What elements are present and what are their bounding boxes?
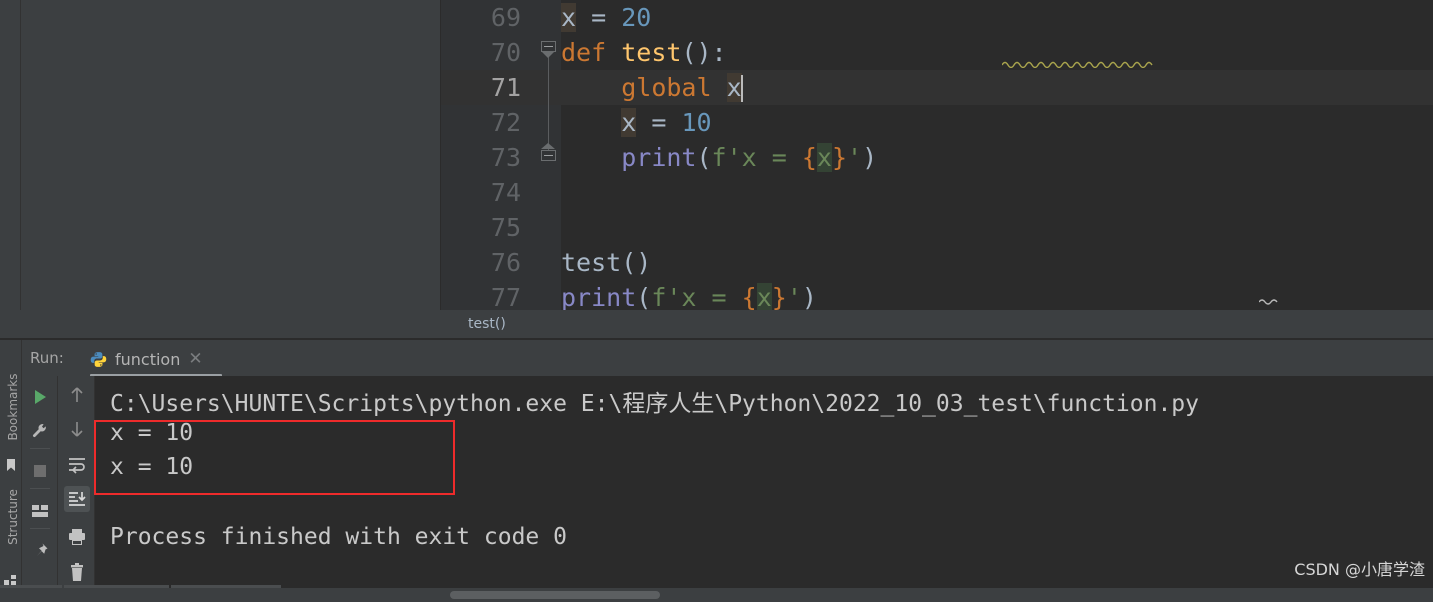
fold-connector-line — [548, 48, 549, 158]
line-number-71: 71 — [490, 73, 521, 102]
run-tool-window: Run: function ✕ C:\Users\HUNTE\Scripts\p… — [22, 340, 1433, 602]
fold-collapse-icon[interactable] — [541, 41, 556, 58]
close-icon[interactable]: ✕ — [188, 350, 202, 368]
horizontal-scrollbar[interactable] — [0, 588, 1433, 602]
breadcrumb-label: test() — [468, 316, 506, 332]
scrollbar-thumb[interactable] — [450, 591, 660, 599]
rail-item-bookmarks[interactable]: Bookmarks — [6, 372, 20, 442]
console-output-line-2: x = 10 — [110, 454, 194, 480]
python-file-icon — [90, 351, 107, 368]
code-line-text-76: test() — [561, 248, 652, 277]
code-line-73[interactable]: 73 print(f'x = {x}') — [441, 140, 1433, 175]
clear-all-button[interactable] — [64, 560, 90, 586]
breadcrumb[interactable]: test() — [441, 310, 1433, 338]
run-button[interactable] — [27, 384, 53, 410]
line-number-70: 70 — [490, 38, 521, 67]
code-pane[interactable]: 69 x = 20 70 def test(): 71 global x 72 x = 1… — [441, 0, 1433, 312]
line-number-77: 77 — [490, 283, 521, 312]
toolbar-divider — [30, 448, 50, 449]
down-arrow-icon — [71, 422, 83, 437]
line-number-69: 69 — [490, 3, 521, 32]
stop-button[interactable] — [27, 458, 53, 484]
text-caret — [740, 75, 743, 102]
error-squiggle-underline — [1002, 61, 1153, 68]
rerun-settings-button[interactable] — [27, 418, 53, 444]
console-exit-line: Process finished with exit code 0 — [110, 524, 567, 550]
console-command-line: C:\Users\HUNTE\Scripts\python.exe E:\程序人… — [110, 391, 1199, 417]
editor-left-empty-pane — [0, 0, 441, 310]
editor-area: 69 x = 20 70 def test(): 71 global x 72 x = 1… — [0, 0, 1433, 338]
warning-squiggle-underline — [1259, 299, 1278, 305]
fold-end-icon[interactable] — [541, 143, 556, 165]
code-line-75[interactable]: 75 — [441, 210, 1433, 245]
soft-wrap-button[interactable] — [64, 452, 90, 478]
code-line-69[interactable]: 69 x = 20 — [441, 0, 1433, 35]
watermark-label: CSDN @小唐学渣 — [1294, 560, 1425, 579]
console-output-line-1: x = 10 — [110, 420, 194, 446]
code-line-74[interactable]: 74 — [441, 175, 1433, 210]
run-tab-label: function — [115, 349, 181, 369]
pycharm-window: 69 x = 20 70 def test(): 71 global x 72 x = 1… — [0, 0, 1433, 602]
code-line-text-73: print(f'x = {x}') — [621, 143, 878, 172]
scroll-to-end-icon — [69, 492, 86, 506]
print-button[interactable] — [64, 524, 90, 550]
stop-square-icon — [34, 465, 46, 477]
code-line-text-71: global x — [621, 73, 743, 102]
code-line-text-72: x = 10 — [621, 108, 712, 137]
pane-divider — [20, 0, 21, 310]
line-number-73: 73 — [490, 143, 521, 172]
run-tab-function[interactable]: function ✕ — [90, 344, 203, 374]
play-icon — [35, 390, 46, 404]
pin-button[interactable] — [27, 538, 53, 564]
layout-icon — [32, 505, 48, 517]
down-stack-button[interactable] — [64, 416, 90, 442]
console-toolbar — [59, 376, 95, 602]
structure-icon — [4, 575, 16, 585]
left-tool-rail: Bookmarks Structure — [0, 340, 22, 602]
scroll-to-end-button[interactable] — [64, 486, 90, 512]
settings-wrench-icon — [32, 424, 46, 438]
print-icon — [69, 529, 85, 545]
up-stack-button[interactable] — [64, 382, 90, 408]
code-line-text-69: x = 20 — [561, 3, 652, 32]
line-number-74: 74 — [490, 178, 521, 207]
up-arrow-icon — [71, 387, 83, 402]
toolbar-divider-3 — [30, 528, 50, 529]
run-window-label: Run: — [30, 349, 64, 367]
run-tab-bar: Run: function ✕ — [22, 340, 1433, 377]
line-number-75: 75 — [490, 213, 521, 242]
code-line-71[interactable]: 71 global x — [441, 70, 1433, 105]
soft-wrap-icon — [69, 458, 85, 474]
bookmark-icon — [7, 459, 15, 471]
editor-bottom-strip — [0, 310, 441, 338]
run-toolbar-primary — [22, 376, 58, 602]
layout-button[interactable] — [27, 498, 53, 524]
line-number-76: 76 — [490, 248, 521, 277]
code-line-72[interactable]: 72 x = 10 — [441, 105, 1433, 140]
code-line-text-77: print(f'x = {x}') — [561, 283, 817, 312]
toolbar-divider-2 — [30, 488, 50, 489]
console-output[interactable]: C:\Users\HUNTE\Scripts\python.exe E:\程序人… — [95, 376, 1433, 602]
trash-icon — [71, 563, 83, 581]
rail-item-structure[interactable]: Structure — [6, 482, 20, 552]
code-line-text-70: def test(): — [561, 38, 727, 67]
pin-icon — [37, 543, 48, 556]
line-number-72: 72 — [490, 108, 521, 137]
code-line-76[interactable]: 76 test() — [441, 245, 1433, 280]
